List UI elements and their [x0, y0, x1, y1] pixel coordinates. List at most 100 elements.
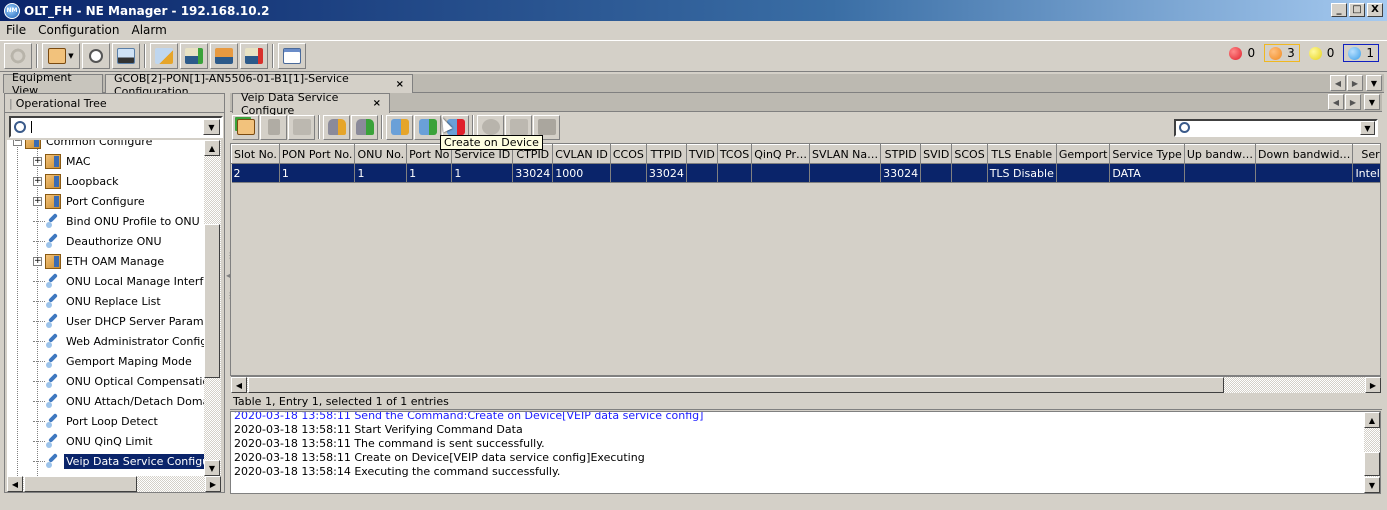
- alarm-minor[interactable]: 0: [1304, 44, 1340, 62]
- read-from-device-button[interactable]: [386, 114, 413, 140]
- delete-button[interactable]: [260, 114, 287, 140]
- tree-node[interactable]: ONU Optical Compensation: [33, 371, 204, 391]
- tree-node[interactable]: User DHCP Server Parameter: [33, 311, 204, 331]
- table-cell[interactable]: 1: [279, 163, 356, 183]
- column-header[interactable]: TTPID: [645, 144, 687, 164]
- tree-node[interactable]: Port Loop Detect: [33, 411, 160, 431]
- table-cell[interactable]: 33024: [646, 163, 687, 183]
- table-cell[interactable]: [686, 163, 718, 183]
- expand-icon[interactable]: +: [33, 256, 42, 266]
- table-cell[interactable]: 1: [406, 163, 453, 183]
- scroll-tabs-left-button[interactable]: ◀: [1330, 75, 1346, 91]
- column-header[interactable]: ONU No.: [354, 144, 408, 164]
- scroll-tabs-right-button[interactable]: ▶: [1345, 94, 1361, 110]
- search-dropdown-button[interactable]: ▼: [203, 119, 220, 135]
- column-header[interactable]: CVLAN ID: [552, 144, 611, 164]
- expand-icon[interactable]: +: [33, 156, 42, 166]
- tree-node[interactable]: + MAC: [33, 151, 93, 171]
- tab-list-button[interactable]: ▼: [1366, 75, 1382, 91]
- read-from-db-button[interactable]: [323, 114, 350, 140]
- report-button[interactable]: [278, 43, 306, 69]
- log-vertical-scrollbar[interactable]: ▲ ▼: [1364, 412, 1380, 493]
- scroll-thumb[interactable]: [1364, 452, 1380, 476]
- scroll-thumb[interactable]: [204, 224, 220, 378]
- tree-node[interactable]: Bind ONU Profile to ONU: [33, 211, 202, 231]
- table-cell[interactable]: [1056, 163, 1111, 183]
- tree-search-input[interactable]: ▼: [9, 116, 223, 138]
- menu-alarm[interactable]: Alarm: [125, 23, 172, 37]
- alarm-major[interactable]: 3: [1264, 44, 1300, 62]
- table-cell[interactable]: 1: [451, 163, 514, 183]
- key-document-button[interactable]: [150, 43, 178, 69]
- column-header[interactable]: TCOS: [716, 144, 753, 164]
- expand-icon[interactable]: +: [33, 196, 42, 206]
- scroll-tabs-left-button[interactable]: ◀: [1328, 94, 1344, 110]
- menu-file[interactable]: File: [0, 23, 32, 37]
- column-header[interactable]: STPID: [880, 144, 922, 164]
- column-header[interactable]: QinQ Pr…: [751, 144, 811, 164]
- column-header[interactable]: CCOS: [609, 144, 647, 164]
- tree-node[interactable]: + ETH OAM Manage: [33, 251, 166, 271]
- device-remove-button[interactable]: [240, 43, 268, 69]
- table-cell[interactable]: Intelbras_Router: [1352, 163, 1380, 183]
- close-tab-icon[interactable]: ×: [396, 79, 404, 90]
- scroll-down-button[interactable]: ▼: [1364, 477, 1380, 493]
- scroll-left-button[interactable]: ◀: [7, 476, 23, 492]
- table-cell[interactable]: [809, 163, 882, 183]
- column-header[interactable]: Down bandwid…: [1255, 144, 1354, 164]
- table-cell[interactable]: TLS Disable: [987, 163, 1057, 183]
- menu-configuration[interactable]: Configuration: [32, 23, 125, 37]
- column-header[interactable]: SVID: [920, 144, 953, 164]
- device-handshake-button[interactable]: [210, 43, 238, 69]
- column-header[interactable]: PON Port No.: [278, 144, 356, 164]
- table-cell[interactable]: [920, 163, 953, 183]
- table-cell[interactable]: [1255, 163, 1354, 183]
- tab-veip-data-service[interactable]: Veip Data Service Configure ×: [232, 91, 390, 117]
- scroll-down-button[interactable]: ▼: [204, 460, 220, 476]
- tree-node[interactable]: + Loopback: [33, 171, 121, 191]
- table-cell[interactable]: 2: [231, 163, 280, 183]
- expand-icon[interactable]: +: [33, 176, 42, 186]
- minimize-button[interactable]: _: [1331, 3, 1347, 17]
- table-cell[interactable]: DATA: [1109, 163, 1185, 183]
- tab-equipment-view[interactable]: Equipment View: [3, 71, 103, 97]
- table-cell[interactable]: [1184, 163, 1257, 183]
- scroll-up-button[interactable]: ▲: [204, 140, 220, 156]
- close-button[interactable]: X: [1367, 3, 1383, 17]
- table-cell[interactable]: 33024: [880, 163, 922, 183]
- column-header[interactable]: Up bandw…: [1183, 144, 1257, 164]
- table-cell[interactable]: [751, 163, 811, 183]
- table-row[interactable]: 2 1 1 1 1 33024 1000 33024 33024 TLS Disable DATA I…: [231, 163, 1380, 183]
- tree-node[interactable]: Veip Data Service Configure: [33, 451, 204, 471]
- column-header[interactable]: Gemport: [1055, 144, 1111, 164]
- onu-button[interactable]: [112, 43, 140, 69]
- tree-node[interactable]: ONU Attach/Detach Domain: [33, 391, 204, 411]
- tree-vertical-scrollbar[interactable]: ▲ ▼: [204, 140, 221, 476]
- refresh-button[interactable]: [4, 43, 32, 69]
- tab-list-button[interactable]: ▼: [1364, 94, 1380, 110]
- tree-node[interactable]: ONU Replace List: [33, 291, 163, 311]
- tree-node[interactable]: ONU QinQ Limit: [33, 431, 155, 451]
- table-cell[interactable]: [610, 163, 647, 183]
- table-cell[interactable]: 33024: [512, 163, 554, 183]
- tree-node[interactable]: + Port Configure: [33, 191, 147, 211]
- column-header[interactable]: TLS Enable: [986, 144, 1057, 164]
- save-to-db-button[interactable]: [351, 114, 378, 140]
- scroll-up-button[interactable]: ▲: [1364, 412, 1380, 428]
- schedule-button[interactable]: [82, 43, 110, 69]
- add-button[interactable]: [232, 114, 259, 140]
- scroll-thumb[interactable]: [24, 476, 137, 492]
- scroll-tabs-right-button[interactable]: ▶: [1347, 75, 1363, 91]
- scroll-left-button[interactable]: ◀: [231, 377, 247, 393]
- search-dropdown-button[interactable]: ▼: [1360, 121, 1375, 135]
- table-cell[interactable]: [951, 163, 988, 183]
- column-header[interactable]: SVLAN Na…: [809, 144, 882, 164]
- maximize-button[interactable]: □: [1349, 3, 1365, 17]
- tree-node[interactable]: − Common Configure: [13, 140, 154, 151]
- table-cell[interactable]: 1: [354, 163, 408, 183]
- table-search-input[interactable]: ▼: [1174, 119, 1378, 137]
- tree-node[interactable]: Web Administrator Configure: [33, 331, 204, 351]
- create-on-device-button[interactable]: [414, 114, 441, 140]
- column-header[interactable]: Slot No.: [231, 144, 280, 164]
- scroll-thumb[interactable]: [248, 377, 1224, 393]
